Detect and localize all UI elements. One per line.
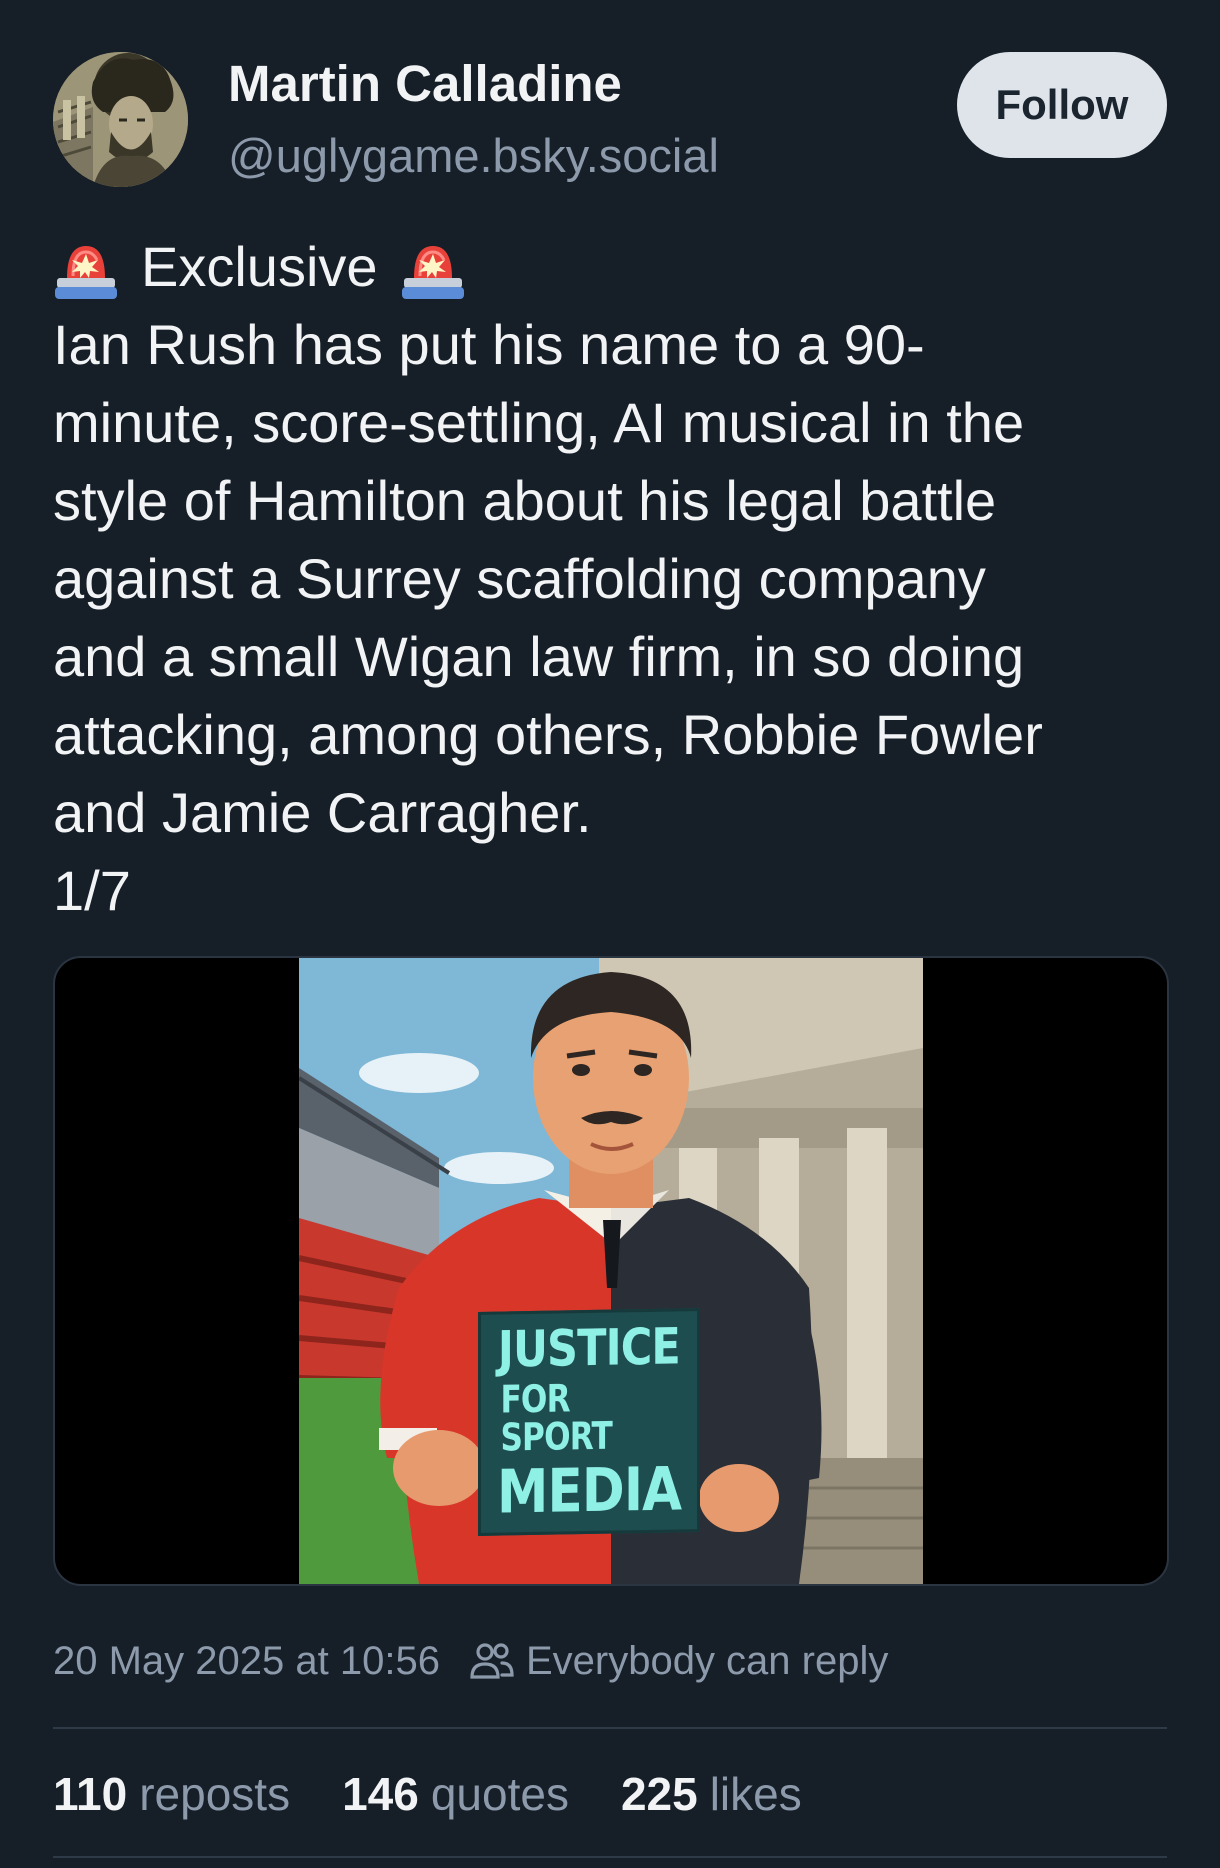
reposts-label: reposts xyxy=(139,1768,291,1820)
author-handle[interactable]: @uglygame.bsky.social xyxy=(228,128,719,183)
post-thread-counter: 1/7 xyxy=(53,859,131,922)
follow-button[interactable]: Follow xyxy=(957,52,1167,158)
post-body-line: and Jamie Carragher. xyxy=(53,781,592,844)
likes-count: 225 xyxy=(620,1768,698,1820)
people-icon xyxy=(468,1637,516,1685)
police-car-light-icon xyxy=(53,232,119,302)
post-body-line: and a small Wigan law firm, in so doing xyxy=(53,625,1025,688)
post-text: Exclusive Ian Rush has put his name to a… xyxy=(53,228,1167,930)
post-meta: 20 May 2025 at 10:56 Everybody can reply xyxy=(53,1634,888,1688)
divider xyxy=(53,1727,1167,1729)
sign: JUSTICE FOR SPORT MEDIA xyxy=(478,1308,700,1536)
post-stats: 110 reposts 146 quotes 225 likes xyxy=(53,1764,854,1824)
post-headline-line: Exclusive xyxy=(53,228,1167,306)
sign-text-line: FOR SPORT xyxy=(500,1376,612,1460)
likes-stat[interactable]: 225 likes xyxy=(621,1767,802,1821)
reposts-count: 110 xyxy=(53,1768,128,1820)
post-body-line: against a Surrey scaffolding company xyxy=(53,547,986,610)
divider xyxy=(53,1856,1167,1858)
reply-setting: Everybody can reply xyxy=(525,1638,889,1683)
quotes-count: 146 xyxy=(342,1768,419,1820)
quotes-stat[interactable]: 146 quotes xyxy=(342,1767,569,1821)
post-body-line: minute, score-settling, AI musical in th… xyxy=(53,391,1025,454)
reposts-stat[interactable]: 110 reposts xyxy=(53,1767,290,1821)
post-timestamp[interactable]: 20 May 2025 at 10:56 xyxy=(53,1639,440,1684)
avatar-image xyxy=(53,52,188,187)
sign-text-line: JUSTICE xyxy=(497,1317,681,1379)
post-body-line: Ian Rush has put his name to a 90- xyxy=(53,313,925,376)
author-name[interactable]: Martin Calladine xyxy=(228,54,622,113)
quotes-label: quotes xyxy=(430,1768,569,1820)
police-car-light-icon xyxy=(400,232,466,302)
post: Martin Calladine @uglygame.bsky.social F… xyxy=(53,0,1169,1868)
post-headline: Exclusive xyxy=(141,235,378,298)
sign-text-line: MEDIA xyxy=(496,1454,682,1528)
post-body-line: attacking, among others, Robbie Fowler xyxy=(53,703,1043,766)
avatar[interactable] xyxy=(53,52,188,187)
likes-label: likes xyxy=(709,1768,802,1820)
post-image[interactable]: JUSTICE FOR SPORT MEDIA xyxy=(53,956,1169,1586)
post-body-line: style of Hamilton about his legal battle xyxy=(53,469,997,532)
